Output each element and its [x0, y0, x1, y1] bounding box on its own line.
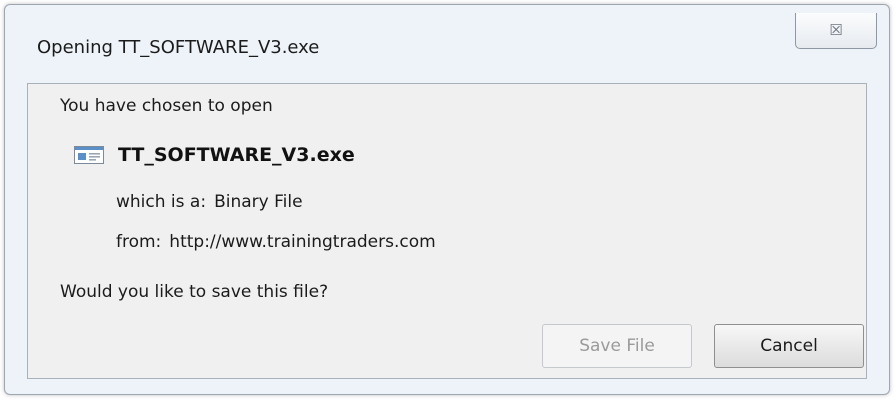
file-type-label: which is a: — [116, 192, 207, 212]
file-source-label: from: — [116, 232, 162, 252]
intro-text: You have chosen to open — [60, 96, 273, 116]
save-question: Would you like to save this file? — [60, 282, 329, 302]
cancel-button[interactable]: Cancel — [714, 324, 864, 368]
close-icon: ☒ — [829, 21, 843, 39]
file-type-value: Binary File — [214, 192, 303, 212]
close-button[interactable]: ☒ — [795, 13, 877, 49]
dialog-content: You have chosen to open TT_SOFTWARE_V3.e… — [27, 83, 867, 379]
file-name: TT_SOFTWARE_V3.exe — [118, 144, 355, 166]
file-row: TT_SOFTWARE_V3.exe — [74, 144, 355, 166]
executable-file-icon — [74, 146, 104, 164]
download-dialog-window: Opening TT_SOFTWARE_V3.exe ☒ You have ch… — [4, 4, 890, 395]
file-source-value: http://www.trainingtraders.com — [169, 232, 436, 252]
file-type-line: which is a: Binary File — [116, 192, 303, 212]
title-bar[interactable]: Opening TT_SOFTWARE_V3.exe ☒ — [5, 5, 889, 83]
file-source-line: from: http://www.trainingtraders.com — [116, 232, 436, 252]
window-title: Opening TT_SOFTWARE_V3.exe — [37, 37, 320, 58]
save-file-button[interactable]: Save File — [542, 324, 692, 368]
